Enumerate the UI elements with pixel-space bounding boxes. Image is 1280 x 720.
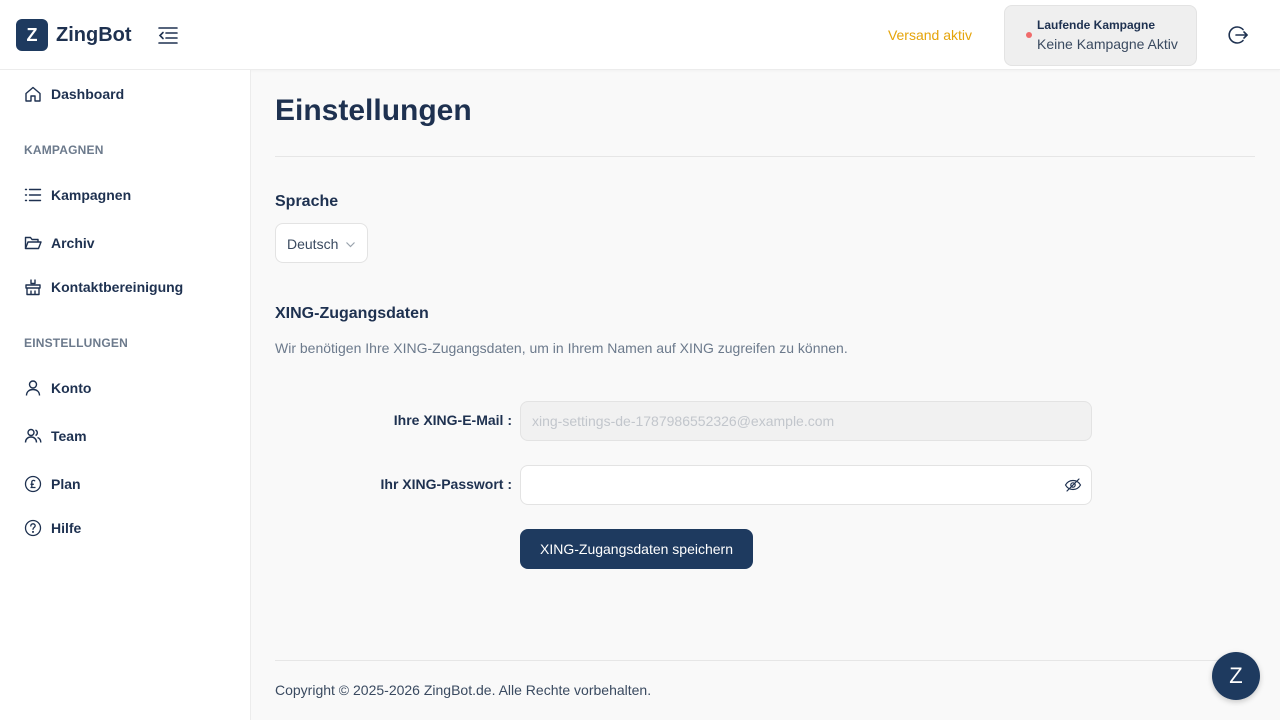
xing-password-field[interactable] <box>520 465 1092 505</box>
sidebar-item-campaigns[interactable]: Kampagnen <box>24 183 131 207</box>
footer-divider <box>275 660 1255 661</box>
page-title: Einstellungen <box>275 94 472 127</box>
folder-open-icon <box>24 236 42 250</box>
sidebar: Dashboard KAMPAGNEN Kampagnen Archiv Kon… <box>0 70 251 720</box>
footer-copyright: Copyright © 2025-2026 ZingBot.de. Alle R… <box>275 682 652 698</box>
list-icon <box>24 188 42 202</box>
password-label: Ihr XING-Passwort : <box>380 476 512 492</box>
xing-email-field[interactable] <box>520 401 1092 441</box>
title-divider <box>275 156 1255 157</box>
collapse-sidebar-icon[interactable] <box>156 24 180 46</box>
users-icon <box>24 428 42 443</box>
logout-icon[interactable] <box>1226 23 1250 47</box>
running-campaign-box[interactable]: Laufende Kampagne Keine Kampagne Aktiv <box>1004 5 1197 66</box>
top-bar: Z ZingBot Versand aktiv Laufende Kampagn… <box>0 0 1280 70</box>
sidebar-item-contact-cleanup[interactable]: Kontaktbereinigung <box>24 275 183 299</box>
eye-off-icon[interactable] <box>1064 476 1082 494</box>
shipping-status: Versand aktiv <box>887 27 972 43</box>
sidebar-item-plan[interactable]: Plan <box>24 472 81 496</box>
sidebar-item-team[interactable]: Team <box>24 424 87 448</box>
home-icon <box>25 86 41 102</box>
running-campaign-status: Keine Kampagne Aktiv <box>1037 36 1178 52</box>
section-label-settings: EINSTELLUNGEN <box>24 336 128 350</box>
sidebar-item-label: Kontaktbereinigung <box>51 279 184 295</box>
sidebar-item-label: Archiv <box>51 235 95 251</box>
save-xing-credentials-button[interactable]: XING-Zugangsdaten speichern <box>520 529 753 569</box>
xing-credentials-heading: XING-Zugangsdaten <box>275 305 429 322</box>
help-circle-icon <box>24 519 42 537</box>
sidebar-item-label: Hilfe <box>51 520 82 536</box>
sidebar-item-label: Konto <box>51 380 92 396</box>
chevron-down-icon <box>346 242 355 248</box>
user-icon <box>25 380 41 396</box>
sidebar-item-help[interactable]: Hilfe <box>24 516 81 540</box>
pound-circle-icon <box>24 475 42 493</box>
sidebar-item-label: Team <box>51 428 87 444</box>
email-label: Ihre XING-E-Mail : <box>393 412 512 428</box>
cleanup-icon <box>25 279 41 296</box>
logo[interactable]: Z ZingBot <box>16 19 132 51</box>
xing-credentials-description: Wir benötigen Ihre XING-Zugangsdaten, um… <box>275 340 848 356</box>
language-select-value: Deutsch <box>287 236 339 252</box>
sidebar-item-label: Dashboard <box>51 86 125 102</box>
chat-widget-button[interactable]: Z <box>1212 652 1260 700</box>
sidebar-item-dashboard[interactable]: Dashboard <box>24 82 124 106</box>
sidebar-item-archive[interactable]: Archiv <box>24 231 95 255</box>
language-select[interactable]: Deutsch <box>275 223 368 263</box>
sidebar-item-label: Plan <box>51 476 81 492</box>
section-label-campaigns: KAMPAGNEN <box>24 143 104 157</box>
sidebar-item-account[interactable]: Konto <box>24 376 91 400</box>
status-dot-icon <box>1026 32 1032 38</box>
logo-mark: Z <box>16 19 48 51</box>
language-heading: Sprache <box>275 193 339 210</box>
sidebar-item-label: Kampagnen <box>51 187 132 203</box>
app-name: ZingBot <box>56 23 132 46</box>
running-campaign-title: Laufende Kampagne <box>1037 18 1156 32</box>
